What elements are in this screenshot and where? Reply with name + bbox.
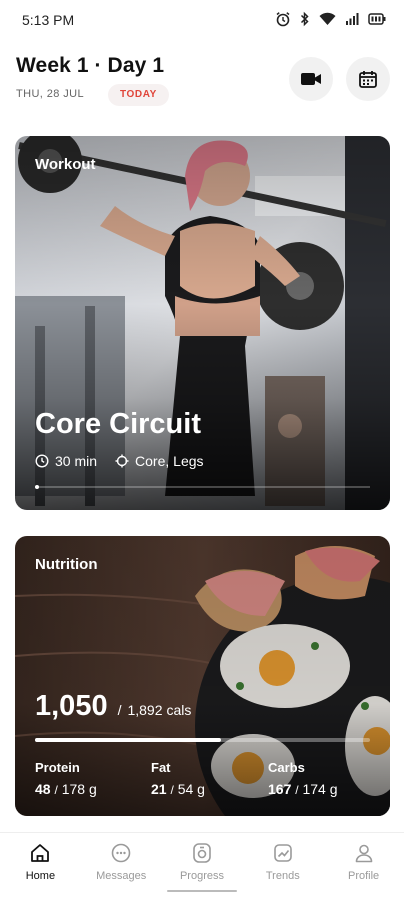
- messages-icon: [111, 843, 131, 863]
- nutrition-card[interactable]: Nutrition 1,050 / 1,892 cals Protein 48 …: [15, 536, 390, 816]
- macro-values: 21 / 54 g: [151, 781, 205, 797]
- macro-goal: 178 g: [61, 781, 97, 797]
- macro-carbs: Carbs 167 / 174 g: [268, 760, 338, 797]
- macro-current: 21: [151, 781, 167, 797]
- wifi-icon: [319, 12, 336, 25]
- status-time: 5:13 PM: [22, 12, 75, 28]
- calories-goal: 1,892: [127, 702, 163, 718]
- nav-label: Profile: [347, 870, 380, 882]
- nutrition-label: Nutrition: [35, 556, 98, 573]
- calories-consumed: 1,050: [35, 690, 108, 722]
- workout-focus-text: Core, Legs: [135, 453, 204, 469]
- today-badge[interactable]: TODAY: [108, 84, 169, 106]
- calories-unit: cals: [166, 702, 192, 718]
- nav-label: Messages: [96, 870, 147, 882]
- macro-fat: Fat 21 / 54 g: [151, 760, 205, 797]
- carousel-indicator: [35, 485, 370, 489]
- workout-duration-text: 30 min: [55, 453, 98, 469]
- workout-focus: Core, Legs: [115, 453, 204, 469]
- bluetooth-icon: [300, 11, 309, 27]
- page-title: Week 1 · Day 1: [16, 54, 165, 77]
- macro-name: Protein: [35, 760, 80, 775]
- nav-item-profile[interactable]: Profile: [323, 833, 404, 900]
- macro-values: 48 / 178 g: [35, 781, 97, 797]
- nav-item-home[interactable]: Home: [0, 833, 81, 900]
- progress-icon: [193, 843, 211, 863]
- calendar-button[interactable]: [346, 57, 390, 101]
- date-label: THU, 28 JUL: [16, 88, 84, 100]
- profile-icon: [355, 844, 372, 863]
- calories-summary: 1,050 / 1,892 cals: [35, 690, 191, 723]
- macro-current: 48: [35, 781, 51, 797]
- workout-title: Core Circuit: [35, 408, 201, 440]
- home-icon: [31, 844, 50, 862]
- macro-values: 167 / 174 g: [268, 781, 338, 797]
- workout-meta: 30 min Core, Legs: [35, 453, 222, 469]
- battery-icon: [368, 13, 386, 25]
- video-call-button[interactable]: [289, 57, 333, 101]
- signal-icon: [346, 13, 359, 25]
- trends-icon: [273, 844, 292, 862]
- clock-icon: [35, 454, 49, 468]
- nav-label: Progress: [179, 870, 224, 882]
- nav-item-trends[interactable]: Trends: [242, 833, 323, 900]
- macro-separator: /: [295, 783, 299, 797]
- workout-card[interactable]: Workout Core Circuit 30 min Core, Legs: [15, 136, 390, 510]
- macro-name: Fat: [151, 760, 171, 775]
- nav-label: Trends: [265, 870, 300, 882]
- calories-progress-bar: [35, 738, 370, 742]
- macro-goal: 174 g: [302, 781, 338, 797]
- macro-separator: /: [54, 783, 58, 797]
- video-camera-icon: [301, 73, 321, 85]
- carousel-dot-active: [35, 485, 39, 489]
- nav-label: Home: [25, 870, 56, 882]
- status-icons: [275, 11, 386, 27]
- macro-protein: Protein 48 / 178 g: [35, 760, 97, 797]
- alarm-icon: [276, 12, 290, 27]
- calories-progress-fill: [35, 738, 221, 742]
- macro-separator: /: [170, 783, 174, 797]
- calories-separator: /: [117, 702, 122, 718]
- home-indicator: [167, 890, 237, 892]
- macro-name: Carbs: [268, 760, 305, 775]
- workout-label: Workout: [35, 156, 96, 173]
- nav-item-messages[interactable]: Messages: [81, 833, 162, 900]
- status-bar: 5:13 PM: [0, 0, 404, 40]
- macro-current: 167: [268, 781, 292, 797]
- macro-goal: 54 g: [177, 781, 205, 797]
- target-icon: [115, 454, 129, 468]
- workout-duration: 30 min: [35, 453, 97, 469]
- calendar-icon: [359, 71, 377, 88]
